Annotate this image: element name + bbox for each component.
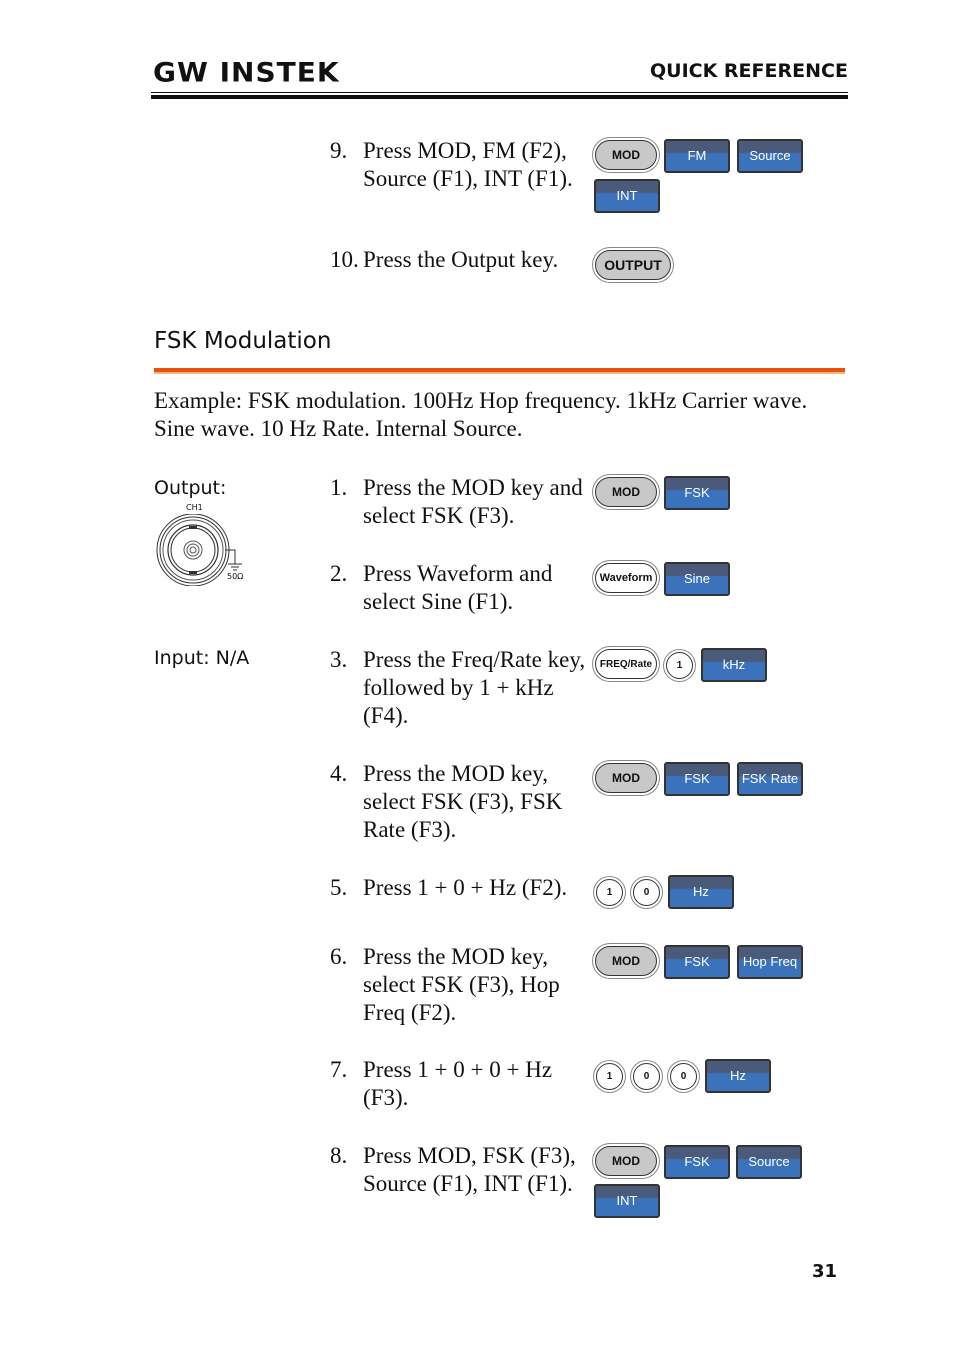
hop-freq-softkey: Hop Freq [737, 945, 803, 979]
step-text: Press MOD, FSK (F3), Source (F1), INT (F… [363, 1143, 576, 1196]
step-number: 8. [330, 1143, 348, 1168]
mod-key: MOD [595, 477, 657, 507]
impedance-label: 50Ω [227, 572, 244, 581]
digit-1-key: 1 [666, 652, 693, 679]
int-softkey: INT [594, 1184, 660, 1218]
khz-softkey: kHz [701, 648, 767, 682]
step-number: 4. [330, 761, 348, 786]
step-text: Press the MOD key, select FSK (F3), FSK … [363, 761, 563, 842]
step-number: 1. [330, 475, 348, 500]
digit-0-key: 0 [633, 1063, 660, 1090]
step-text: Press 1 + 0 + Hz (F2). [363, 875, 568, 900]
source-softkey: Source [737, 139, 803, 173]
int-softkey: INT [594, 179, 660, 213]
freq-rate-key: FREQ/Rate [595, 649, 657, 679]
mod-key: MOD [595, 140, 657, 170]
step-number: 10. [330, 247, 359, 272]
sine-softkey: Sine [664, 562, 730, 596]
hz-softkey: Hz [705, 1059, 771, 1093]
step-text: Press MOD, FM (F2), Source (F1), INT (F1… [363, 138, 573, 191]
fsk-softkey: FSK [664, 762, 730, 796]
output-label: Output: [154, 477, 227, 499]
step-number: 6. [330, 944, 348, 969]
fsk-softkey: FSK [664, 945, 730, 979]
section-rule-light [154, 372, 845, 374]
step-number: 5. [330, 875, 348, 900]
digit-1-key: 1 [596, 1063, 623, 1090]
mod-key: MOD [595, 946, 657, 976]
step-number: 9. [330, 138, 348, 163]
input-label: Input: N/A [154, 647, 250, 669]
step-text: Press the Freq/Rate key, followed by 1 +… [363, 647, 586, 728]
mod-key: MOD [595, 763, 657, 793]
waveform-key: Waveform [595, 563, 657, 593]
step-number: 3. [330, 647, 348, 672]
step-text: Press Waveform and select Sine (F1). [363, 561, 553, 614]
step-text: Press the MOD key, select FSK (F3), Hop … [363, 944, 560, 1025]
header-rule-thick [151, 95, 848, 99]
intro-paragraph: Example: FSK modulation. 100Hz Hop frequ… [154, 388, 808, 441]
hz-softkey: Hz [668, 875, 734, 909]
section-label: QUICK REFERENCE [650, 60, 848, 82]
step-number: 2. [330, 561, 348, 586]
channel-label: CH1 [186, 503, 203, 512]
step-number: 7. [330, 1057, 348, 1082]
step-text: Press the Output key. [363, 247, 559, 272]
digit-0-key: 0 [633, 879, 660, 906]
page-number: 31 [812, 1261, 838, 1282]
header-rule-thin [151, 92, 848, 93]
digit-1-key: 1 [596, 879, 623, 906]
step-text: Press the MOD key and select FSK (F3). [363, 475, 583, 528]
gw-instek-logo: GW INSTEK [153, 56, 340, 89]
fm-softkey: FM [664, 139, 730, 173]
digit-0-key: 0 [670, 1063, 697, 1090]
step-text: Press 1 + 0 + 0 + Hz (F3). [363, 1057, 553, 1110]
fsk-rate-softkey: FSK Rate [737, 762, 803, 796]
mod-key: MOD [595, 1146, 657, 1176]
fsk-softkey: FSK [664, 1145, 730, 1179]
output-key: OUTPUT [595, 250, 671, 280]
fsk-softkey: FSK [664, 476, 730, 510]
source-softkey: Source [736, 1145, 802, 1179]
section-title: FSK Modulation [154, 328, 332, 354]
